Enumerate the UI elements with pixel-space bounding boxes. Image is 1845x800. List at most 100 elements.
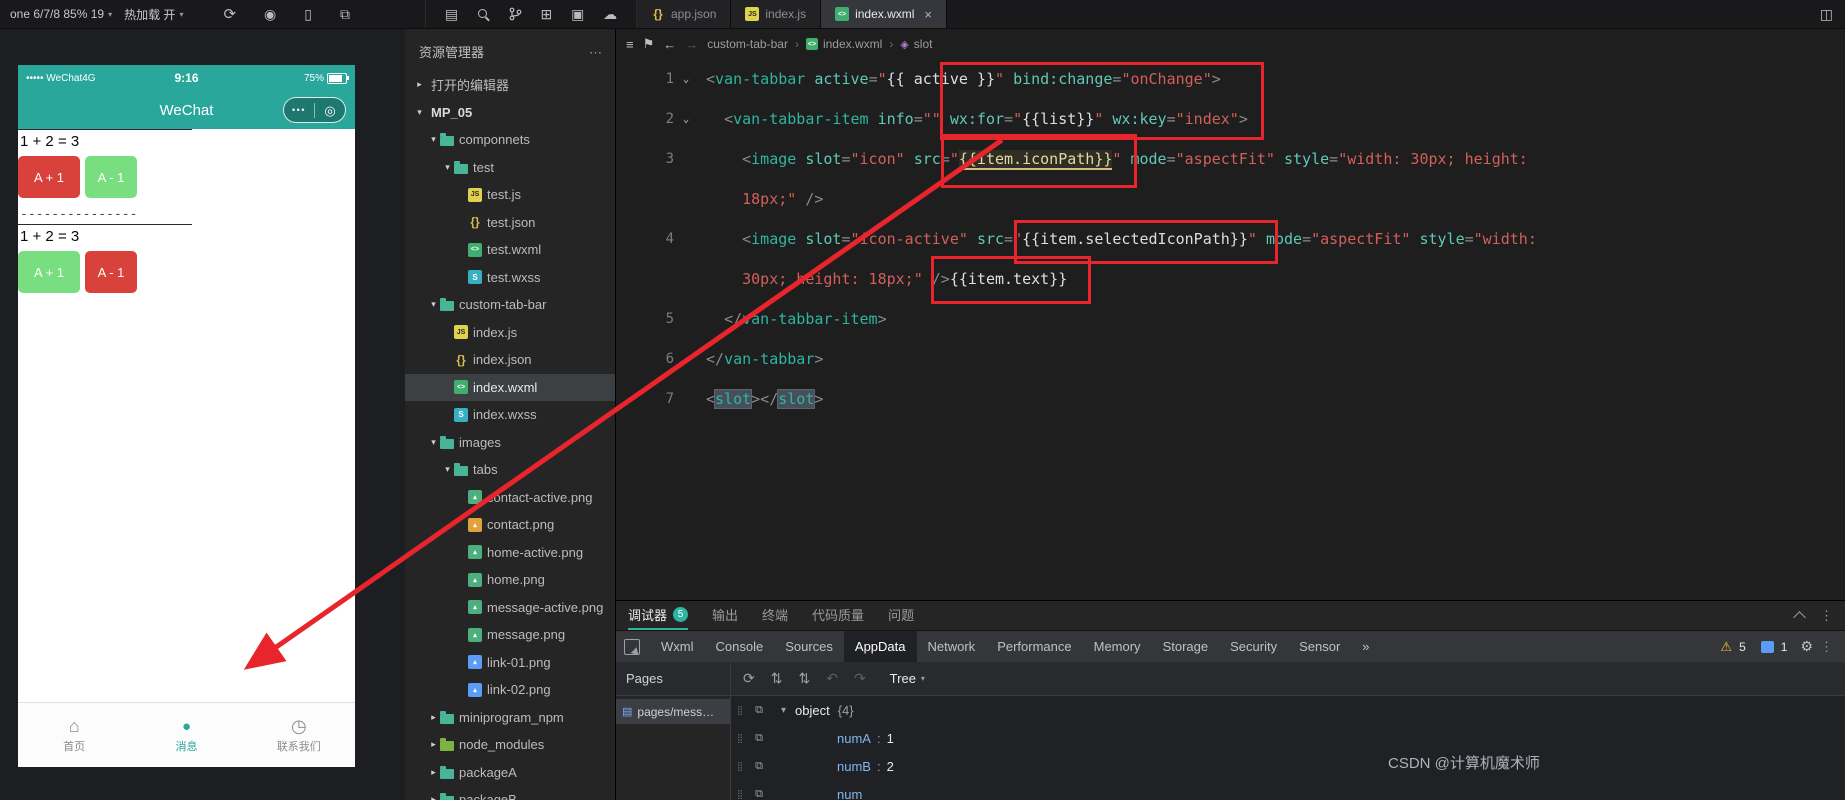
mini-button-A + 1[interactable]: A + 1 xyxy=(18,156,80,198)
editor-tab-index.js[interactable]: index.js xyxy=(731,0,821,28)
explorer-item-打开的编辑器[interactable]: ▸打开的编辑器 xyxy=(405,71,615,99)
explorer-item-index.wxss[interactable]: index.wxss xyxy=(405,401,615,429)
chevron-right-icon[interactable]: ▸ xyxy=(427,712,440,723)
explorer-item-test.json[interactable]: test.json xyxy=(405,209,615,237)
bookmark-icon[interactable]: ⚑ xyxy=(643,36,655,52)
chevron-down-icon[interactable]: ▾ xyxy=(413,107,426,118)
devtools-tab-Network[interactable]: Network xyxy=(917,631,987,662)
explorer-item-contact.png[interactable]: contact.png xyxy=(405,511,615,539)
chevron-right-icon[interactable]: ▸ xyxy=(427,794,440,800)
tree-row-numB[interactable]: ⣿⧉numB:2 xyxy=(731,752,1845,780)
explorer-item-link-01.png[interactable]: link-01.png xyxy=(405,649,615,677)
message-icon[interactable] xyxy=(1761,641,1774,653)
chevron-right-icon[interactable]: ▸ xyxy=(413,79,426,90)
debugger-tab-调试器[interactable]: 调试器5 xyxy=(628,601,688,630)
fold-chevron-icon[interactable]: ⌄ xyxy=(674,59,698,99)
gear-icon[interactable]: ⚙ xyxy=(1800,638,1813,655)
chevron-down-icon[interactable]: ▾ xyxy=(427,134,440,145)
warning-icon[interactable]: ⚠ xyxy=(1720,639,1732,655)
collapse-all-icon[interactable]: ⇅ xyxy=(798,670,810,687)
more-icon[interactable]: ••• xyxy=(284,105,314,115)
hot-reload-toggle[interactable]: 热加载 开 ▾ xyxy=(124,6,183,23)
expand-all-icon[interactable]: ⇅ xyxy=(771,670,783,687)
explorer-item-index.json[interactable]: index.json xyxy=(405,346,615,374)
preview-phone-icon[interactable]: ▯ xyxy=(304,7,312,21)
explorer-item-test.wxml[interactable]: test.wxml xyxy=(405,236,615,264)
code-editor[interactable]: 1⌄<van-tabbar active="{{ active }}" bind… xyxy=(616,59,1845,600)
explorer-item-node_modules[interactable]: ▸node_modules xyxy=(405,731,615,759)
code-line[interactable]: 7<slot></slot> xyxy=(616,379,1845,419)
devtools-tab-Performance[interactable]: Performance xyxy=(986,631,1082,662)
explorer-item-index.wxml[interactable]: index.wxml xyxy=(405,374,615,402)
code-line[interactable]: 1⌄<van-tabbar active="{{ active }}" bind… xyxy=(616,59,1845,99)
breadcrumb-index.wxml[interactable]: index.wxml xyxy=(806,37,882,51)
drag-handle-icon[interactable]: ⣿ xyxy=(731,733,749,744)
redo-icon[interactable]: ↷ xyxy=(854,670,866,687)
explorer-item-message-active.png[interactable]: message-active.png xyxy=(405,594,615,622)
explorer-item-index.js[interactable]: index.js xyxy=(405,319,615,347)
record-icon[interactable]: ◉ xyxy=(264,7,276,21)
mini-button-A - 1[interactable]: A - 1 xyxy=(85,251,137,293)
mini-button-A + 1[interactable]: A + 1 xyxy=(18,251,80,293)
tabbar-item-联系我们[interactable]: ◷联系我们 xyxy=(243,703,355,767)
explorer-item-tabs[interactable]: ▾tabs xyxy=(405,456,615,484)
chevron-down-icon[interactable]: ▾ xyxy=(441,162,454,173)
copy-icon[interactable]: ⧉ xyxy=(749,760,769,773)
search-icon[interactable] xyxy=(477,8,490,21)
devtools-tab-Sources[interactable]: Sources xyxy=(774,631,844,662)
tree-row-num[interactable]: ⣿⧉num xyxy=(731,780,1845,800)
back-arrow-icon[interactable]: ← xyxy=(663,37,676,52)
explorer-item-MP_05[interactable]: ▾MP_05 xyxy=(405,99,615,127)
devtools-tab-Storage[interactable]: Storage xyxy=(1152,631,1220,662)
chevron-right-icon[interactable]: ▸ xyxy=(427,739,440,750)
tree-row-numA[interactable]: ⣿⧉numA:1 xyxy=(731,724,1845,752)
mini-button-A - 1[interactable]: A - 1 xyxy=(85,156,137,198)
code-line[interactable]: 18px;" /> xyxy=(616,179,1845,219)
explorer-item-test.js[interactable]: test.js xyxy=(405,181,615,209)
git-branch-icon[interactable] xyxy=(509,7,522,21)
undo-icon[interactable]: ↶ xyxy=(826,670,838,687)
devtools-tab-Memory[interactable]: Memory xyxy=(1083,631,1152,662)
view-mode-select[interactable]: Tree ▾ xyxy=(890,671,925,686)
copy-icon[interactable]: ⧉ xyxy=(749,788,769,800)
editor-tab-app.json[interactable]: app.json xyxy=(637,0,731,28)
copy-icon[interactable]: ⧉ xyxy=(749,704,769,717)
debugger-tab-终端[interactable]: 终端 xyxy=(762,601,788,630)
tree-row-object[interactable]: ⣿⧉▾object{4} xyxy=(731,696,1845,724)
collapse-panel-icon[interactable] xyxy=(1793,611,1806,624)
more-actions-icon[interactable]: ⋯ xyxy=(589,45,603,61)
code-line[interactable]: 4 <image slot="icon-active" src="{{item.… xyxy=(616,219,1845,259)
explorer-item-images[interactable]: ▾images xyxy=(405,429,615,457)
devtools-tab-Sensor[interactable]: Sensor xyxy=(1288,631,1351,662)
debugger-tab-输出[interactable]: 输出 xyxy=(712,601,738,630)
drag-handle-icon[interactable]: ⣿ xyxy=(731,761,749,772)
explorer-item-packageB[interactable]: ▸packageB xyxy=(405,786,615,800)
device-selector[interactable]: one 6/7/8 85% 19 ▾ xyxy=(10,7,112,21)
kebab-menu-icon[interactable]: ⋮ xyxy=(1820,608,1833,624)
explorer-item-link-02.png[interactable]: link-02.png xyxy=(405,676,615,704)
drag-handle-icon[interactable]: ⣿ xyxy=(731,789,749,800)
split-editor-icon[interactable]: ◫ xyxy=(1820,7,1833,21)
drag-handle-icon[interactable]: ⣿ xyxy=(731,705,749,716)
page-list-item[interactable]: ▤pages/mess… xyxy=(616,699,730,724)
inspect-icon[interactable] xyxy=(624,639,640,655)
file-icon[interactable]: ▤ xyxy=(445,7,458,21)
chevron-right-icon[interactable]: ▸ xyxy=(427,767,440,778)
fold-chevron-icon[interactable]: ⌄ xyxy=(674,99,698,139)
code-line[interactable]: 30px; height: 18px;" />{{item.text}} xyxy=(616,259,1845,299)
breadcrumb-slot[interactable]: ◈slot xyxy=(900,37,932,51)
editor-tab-index.wxml[interactable]: index.wxml× xyxy=(821,0,947,28)
explorer-item-componnets[interactable]: ▾componnets xyxy=(405,126,615,154)
explorer-item-home-active.png[interactable]: home-active.png xyxy=(405,539,615,567)
explorer-item-home.png[interactable]: home.png xyxy=(405,566,615,594)
tabbar-item-消息[interactable]: ●消息 xyxy=(130,703,242,767)
explorer-item-miniprogram_npm[interactable]: ▸miniprogram_npm xyxy=(405,704,615,732)
forward-arrow-icon[interactable]: → xyxy=(685,37,698,52)
devtools-tab-Console[interactable]: Console xyxy=(705,631,775,662)
chevron-down-icon[interactable]: ▾ xyxy=(781,705,795,716)
close-icon[interactable]: × xyxy=(924,7,932,22)
breadcrumb-custom-tab-bar[interactable]: custom-tab-bar xyxy=(707,37,788,51)
refresh-icon[interactable]: ⟳ xyxy=(743,670,755,687)
compile-icon[interactable]: ⟳ xyxy=(223,7,236,22)
debugger-tab-问题[interactable]: 问题 xyxy=(888,601,914,630)
